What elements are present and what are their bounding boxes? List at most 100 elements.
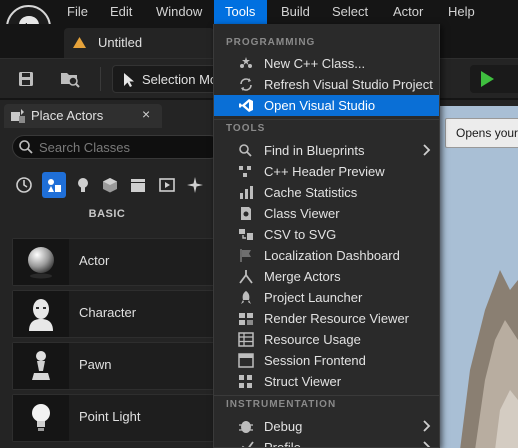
selection-mode-button[interactable]: Selection Mo bbox=[112, 65, 222, 93]
tooltip-text: Opens your bbox=[456, 126, 518, 140]
viewport-scene-rock bbox=[460, 270, 518, 448]
level-viewport[interactable] bbox=[440, 100, 518, 448]
menu-item-label: C++ Header Preview bbox=[264, 164, 385, 179]
menu-bar: File Edit Window Tools Build Select Acto… bbox=[0, 0, 518, 50]
place-actors-icon bbox=[11, 109, 25, 123]
merge-icon bbox=[239, 270, 253, 284]
lights-category-button[interactable] bbox=[71, 172, 95, 198]
menu-item-label: Profile bbox=[264, 440, 301, 448]
character-icon bbox=[13, 291, 69, 337]
menu-window[interactable]: Window bbox=[150, 0, 208, 24]
header-preview-icon bbox=[239, 166, 251, 177]
media-icon bbox=[159, 178, 175, 192]
debug-icon bbox=[239, 421, 253, 433]
menu-item-label: Localization Dashboard bbox=[264, 248, 400, 263]
clock-icon bbox=[16, 177, 32, 193]
instrumentation-section-header: INSTRUMENTATION bbox=[226, 399, 337, 410]
struct-icon bbox=[239, 375, 252, 388]
launcher-icon bbox=[241, 291, 251, 304]
shapes-category-button[interactable] bbox=[98, 172, 122, 198]
cinematic-category-button[interactable] bbox=[126, 172, 150, 198]
submenu-arrow-icon bbox=[423, 441, 431, 447]
session-icon bbox=[238, 353, 254, 368]
menu-build[interactable]: Build bbox=[275, 0, 316, 24]
basic-category-button[interactable] bbox=[42, 172, 66, 198]
actor-item-label: Point Light bbox=[79, 409, 141, 424]
place-actors-panel: Place Actors × Search Classes BASIC Acto… bbox=[0, 100, 222, 448]
resource-icon bbox=[238, 332, 254, 347]
browse-icon bbox=[61, 73, 80, 88]
menu-item-class-viewer[interactable]: Class Viewer bbox=[214, 203, 439, 224]
find-icon bbox=[239, 144, 252, 157]
menu-tools[interactable]: Tools bbox=[214, 0, 267, 24]
menu-item-struct-viewer[interactable]: Struct Viewer bbox=[214, 371, 439, 392]
refresh-icon bbox=[240, 78, 252, 91]
menu-item-profile[interactable]: Profile bbox=[214, 437, 439, 448]
search-classes-input[interactable] bbox=[39, 138, 209, 156]
menu-item-label: Open Visual Studio bbox=[264, 98, 376, 113]
document-tab-label: Untitled bbox=[98, 35, 143, 50]
menu-select[interactable]: Select bbox=[326, 0, 374, 24]
profile-icon bbox=[241, 441, 254, 447]
level-icon bbox=[73, 37, 86, 48]
content-browser-button[interactable] bbox=[56, 67, 84, 91]
menu-item-csv-to-svg[interactable]: CSV to SVG bbox=[214, 224, 439, 245]
basic-shapes-icon bbox=[48, 179, 61, 192]
submenu-arrow-icon bbox=[423, 144, 431, 156]
render-icon bbox=[239, 313, 253, 325]
menu-item-label: Debug bbox=[264, 419, 303, 434]
panel-title: Place Actors bbox=[31, 108, 104, 123]
menu-item-label: Render Resource Viewer bbox=[264, 311, 409, 326]
visual-studio-icon bbox=[239, 99, 253, 112]
menu-item-render-resource-viewer[interactable]: Render Resource Viewer bbox=[214, 308, 439, 329]
place-actors-tab[interactable]: Place Actors × bbox=[4, 104, 162, 128]
menu-item-debug[interactable]: Debug bbox=[214, 416, 439, 437]
menu-item-open-visual-studio[interactable]: Open Visual Studio bbox=[214, 95, 439, 116]
effects-category-button[interactable] bbox=[183, 172, 207, 198]
play-button[interactable] bbox=[470, 65, 518, 93]
media-category-button[interactable] bbox=[155, 172, 179, 198]
menu-help[interactable]: Help bbox=[442, 0, 481, 24]
pawn-icon bbox=[13, 343, 69, 389]
menu-item-session-frontend[interactable]: Session Frontend bbox=[214, 350, 439, 371]
save-icon bbox=[19, 72, 33, 86]
recent-category-button[interactable] bbox=[12, 172, 36, 198]
menu-item-new-cpp-class[interactable]: New C++ Class... bbox=[214, 53, 439, 74]
menu-item-merge-actors[interactable]: Merge Actors bbox=[214, 266, 439, 287]
menu-separator bbox=[214, 119, 439, 120]
menu-item-cache-statistics[interactable]: Cache Statistics bbox=[214, 182, 439, 203]
menu-item-refresh-vs-project[interactable]: Refresh Visual Studio Project bbox=[214, 74, 439, 95]
actor-item-pawn[interactable]: Pawn bbox=[12, 342, 216, 390]
document-tab[interactable]: Untitled bbox=[64, 28, 214, 58]
menu-file[interactable]: File bbox=[61, 0, 94, 24]
menu-item-label: New C++ Class... bbox=[264, 56, 366, 71]
search-icon bbox=[19, 140, 33, 154]
menu-item-label: Refresh Visual Studio Project bbox=[264, 77, 433, 92]
menu-separator bbox=[214, 395, 439, 396]
cursor-icon bbox=[124, 73, 134, 87]
menu-item-find-in-blueprints[interactable]: Find in Blueprints bbox=[214, 140, 439, 161]
menu-item-cpp-header-preview[interactable]: C++ Header Preview bbox=[214, 161, 439, 182]
menu-actor[interactable]: Actor bbox=[387, 0, 429, 24]
menu-item-localization-dashboard[interactable]: Localization Dashboard bbox=[214, 245, 439, 266]
tooltip: Opens your bbox=[445, 118, 518, 148]
actor-item-character[interactable]: Character bbox=[12, 290, 216, 338]
lightbulb-icon bbox=[78, 178, 88, 192]
menu-edit[interactable]: Edit bbox=[104, 0, 138, 24]
menu-item-label: Merge Actors bbox=[264, 269, 341, 284]
actor-item-point-light[interactable]: Point Light bbox=[12, 394, 216, 442]
sparkle-icon bbox=[187, 177, 203, 193]
save-button[interactable] bbox=[12, 67, 40, 91]
csv-icon bbox=[239, 229, 253, 240]
sphere-icon bbox=[13, 239, 69, 285]
actor-item-label: Pawn bbox=[79, 357, 112, 372]
search-classes-box[interactable] bbox=[12, 135, 222, 159]
actor-item-actor[interactable]: Actor bbox=[12, 238, 216, 286]
menu-item-label: Struct Viewer bbox=[264, 374, 342, 389]
menu-item-resource-usage[interactable]: Resource Usage bbox=[214, 329, 439, 350]
tools-section-header: TOOLS bbox=[226, 123, 266, 134]
close-panel-button[interactable]: × bbox=[142, 106, 150, 122]
menu-item-label: Project Launcher bbox=[264, 290, 363, 305]
menu-item-label: Resource Usage bbox=[264, 332, 361, 347]
menu-item-project-launcher[interactable]: Project Launcher bbox=[214, 287, 439, 308]
